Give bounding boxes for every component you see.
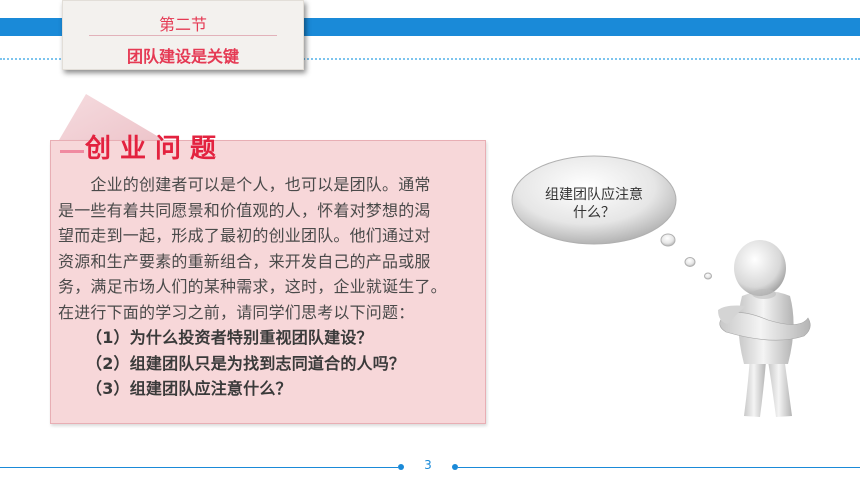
bubble-line-1: 组建团队应注意 [545,187,643,203]
footer-dot-right [452,464,458,470]
footer-dot-left [398,464,404,470]
bubble-text: 组建团队应注意 什么？ [522,186,666,222]
page-number: 3 [424,458,432,472]
footer-line-left [0,467,398,468]
bubble-line-2: 什么？ [573,205,615,221]
thinking-person-figure [718,240,811,417]
footer-line-right [458,467,860,468]
